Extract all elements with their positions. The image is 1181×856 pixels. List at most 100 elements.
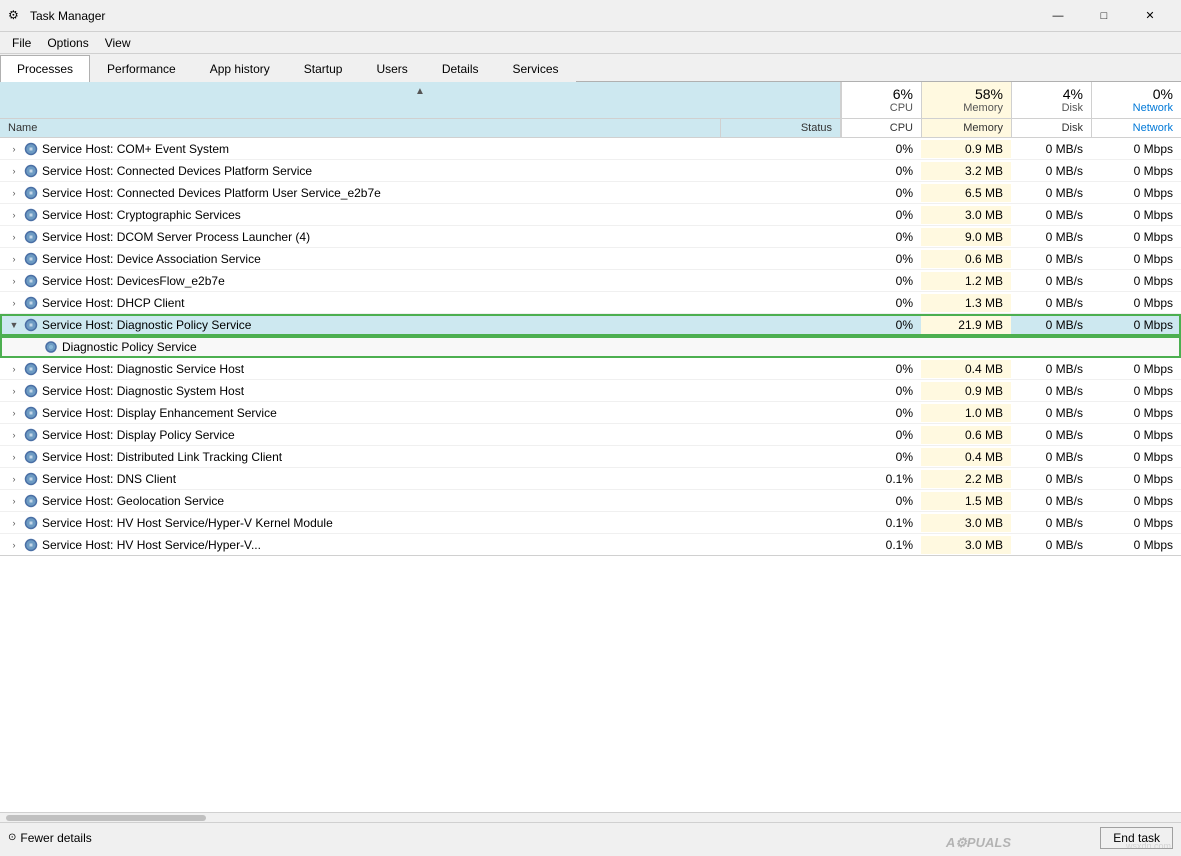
disk-header[interactable]: 4% Disk xyxy=(1011,82,1091,118)
menu-file[interactable]: File xyxy=(4,34,39,52)
expand-icon[interactable]: › xyxy=(8,385,20,397)
table-row[interactable]: ›Service Host: Cryptographic Services0%3… xyxy=(0,204,1181,226)
title-bar: ⚙ Task Manager — □ ✕ xyxy=(0,0,1181,32)
minimize-button[interactable]: — xyxy=(1035,0,1081,32)
table-row[interactable]: ›Service Host: Device Association Servic… xyxy=(0,248,1181,270)
disk-col-header[interactable]: Disk xyxy=(1011,119,1091,137)
table-row[interactable]: › Service Host: Distributed Link Tracking… xyxy=(0,446,1181,468)
appuals-watermark: A⚙PUALS xyxy=(946,835,1011,851)
process-name: Service Host: Distributed Link Tracking … xyxy=(42,450,282,464)
tab-users[interactable]: Users xyxy=(359,55,424,82)
maximize-button[interactable]: □ xyxy=(1081,0,1127,32)
tab-details[interactable]: Details xyxy=(425,55,496,82)
expand-icon[interactable] xyxy=(28,341,40,353)
network-cell: 0 Mbps xyxy=(1091,206,1181,224)
memory-header[interactable]: 58% Memory xyxy=(921,82,1011,118)
expand-icon[interactable]: › xyxy=(8,495,20,507)
expand-icon[interactable]: › xyxy=(8,143,20,155)
table-row[interactable]: ›Service Host: Geolocation Service0%1.5 … xyxy=(0,490,1181,512)
window-title: Task Manager xyxy=(30,9,1035,23)
name-col-header[interactable]: Name xyxy=(0,119,721,137)
table-row[interactable]: Diagnostic Policy Service xyxy=(0,336,1181,358)
table-row[interactable]: ›Service Host: Connected Devices Platfor… xyxy=(0,182,1181,204)
horizontal-scrollbar[interactable] xyxy=(0,812,1181,822)
fewer-details-button[interactable]: ⊙ Fewer details xyxy=(8,831,92,845)
memory-cell: 1.0 MB xyxy=(921,404,1011,422)
process-icon xyxy=(24,384,38,398)
tab-services[interactable]: Services xyxy=(496,55,576,82)
network-col-header[interactable]: Network xyxy=(1091,119,1181,137)
scrollbar-thumb[interactable] xyxy=(6,815,206,821)
tab-processes[interactable]: Processes xyxy=(0,55,90,82)
process-icon xyxy=(24,428,38,442)
process-icon xyxy=(24,164,38,178)
memory-cell: 0.9 MB xyxy=(921,140,1011,158)
expand-icon[interactable]: › xyxy=(8,407,20,419)
tab-app-history[interactable]: App history xyxy=(193,55,287,82)
cpu-cell: 0.1% xyxy=(841,536,921,554)
memory-cell: 9.0 MB xyxy=(921,228,1011,246)
table-row[interactable]: ›Service Host: DHCP Client0%1.3 MB0 MB/s… xyxy=(0,292,1181,314)
cpu-cell: 0% xyxy=(841,206,921,224)
table-row[interactable]: ›Service Host: Display Policy Service0%0… xyxy=(0,424,1181,446)
table-row[interactable]: ›Service Host: Diagnostic System Host0%0… xyxy=(0,380,1181,402)
expand-icon[interactable]: › xyxy=(8,363,20,375)
expand-icon[interactable]: › xyxy=(8,275,20,287)
name-cell: › Service Host: HV Host Service/Hyper-V K… xyxy=(0,514,721,532)
table-row[interactable]: ›Service Host: DNS Client0.1%2.2 MB0 MB/… xyxy=(0,468,1181,490)
status-cell xyxy=(721,235,841,239)
table-row[interactable]: ›Service Host: HV Host Service/Hyper-V..… xyxy=(0,534,1181,556)
table-row[interactable]: ›Service Host: Display Enhancement Servi… xyxy=(0,402,1181,424)
expand-icon[interactable]: ▼ xyxy=(8,319,20,331)
table-row[interactable]: ▼Service Host: Diagnostic Policy Service… xyxy=(0,314,1181,336)
expand-icon[interactable]: › xyxy=(8,473,20,485)
table-row[interactable]: ›Service Host: COM+ Event System0%0.9 MB… xyxy=(0,138,1181,160)
expand-icon[interactable]: › xyxy=(8,517,20,529)
expand-icon[interactable]: › xyxy=(8,209,20,221)
table-row[interactable]: › Service Host: HV Host Service/Hyper-V K… xyxy=(0,512,1181,534)
process-icon xyxy=(24,516,38,530)
expand-icon[interactable]: › xyxy=(8,297,20,309)
status-cell xyxy=(721,543,841,547)
table-row[interactable]: ›Service Host: Diagnostic Service Host0%… xyxy=(0,358,1181,380)
table-row[interactable]: ›Service Host: DCOM Server Process Launc… xyxy=(0,226,1181,248)
cpu-cell: 0% xyxy=(841,184,921,202)
process-name: Service Host: DevicesFlow_e2b7e xyxy=(42,274,225,288)
memory-col-header[interactable]: Memory xyxy=(921,119,1011,137)
name-cell: ›Service Host: Geolocation Service xyxy=(0,492,721,510)
network-header[interactable]: 0% Network xyxy=(1091,82,1181,118)
cpu-header[interactable]: 6% CPU xyxy=(841,82,921,118)
collapse-chevron-icon[interactable]: ▲ xyxy=(415,86,425,97)
tab-startup[interactable]: Startup xyxy=(287,55,360,82)
table-row[interactable]: ›Service Host: Connected Devices Platfor… xyxy=(0,160,1181,182)
process-table[interactable]: ›Service Host: COM+ Event System0%0.9 MB… xyxy=(0,138,1181,812)
cpu-pct: 6% xyxy=(893,86,913,102)
tab-performance[interactable]: Performance xyxy=(90,55,193,82)
menu-view[interactable]: View xyxy=(97,34,139,52)
disk-cell: 0 MB/s xyxy=(1011,448,1091,466)
table-row[interactable]: ›Service Host: DevicesFlow_e2b7e0%1.2 MB… xyxy=(0,270,1181,292)
process-icon xyxy=(24,406,38,420)
cpu-cell: 0% xyxy=(841,316,921,334)
expand-icon[interactable]: › xyxy=(8,231,20,243)
name-cell: ›Service Host: DNS Client xyxy=(0,470,721,488)
disk-cell: 0 MB/s xyxy=(1011,162,1091,180)
cpu-col-header[interactable]: CPU xyxy=(841,119,921,137)
status-col-header[interactable]: Status xyxy=(721,119,841,137)
network-cell: 0 Mbps xyxy=(1091,382,1181,400)
expand-icon[interactable]: › xyxy=(8,253,20,265)
menu-options[interactable]: Options xyxy=(39,34,96,52)
name-cell: ▼Service Host: Diagnostic Policy Service xyxy=(0,316,721,334)
network-cell: 0 Mbps xyxy=(1091,492,1181,510)
cpu-label: CPU xyxy=(890,102,913,114)
process-name: Service Host: HV Host Service/Hyper-V Ke… xyxy=(42,516,333,530)
expand-icon[interactable]: › xyxy=(8,187,20,199)
close-button[interactable]: ✕ xyxy=(1127,0,1173,32)
network-cell: 0 Mbps xyxy=(1091,316,1181,334)
network-cell: 0 Mbps xyxy=(1091,294,1181,312)
network-cell: 0 Mbps xyxy=(1091,162,1181,180)
expand-icon[interactable]: › xyxy=(8,539,20,551)
expand-icon[interactable]: › xyxy=(8,429,20,441)
expand-icon[interactable]: › xyxy=(8,165,20,177)
expand-icon[interactable]: › xyxy=(8,451,20,463)
